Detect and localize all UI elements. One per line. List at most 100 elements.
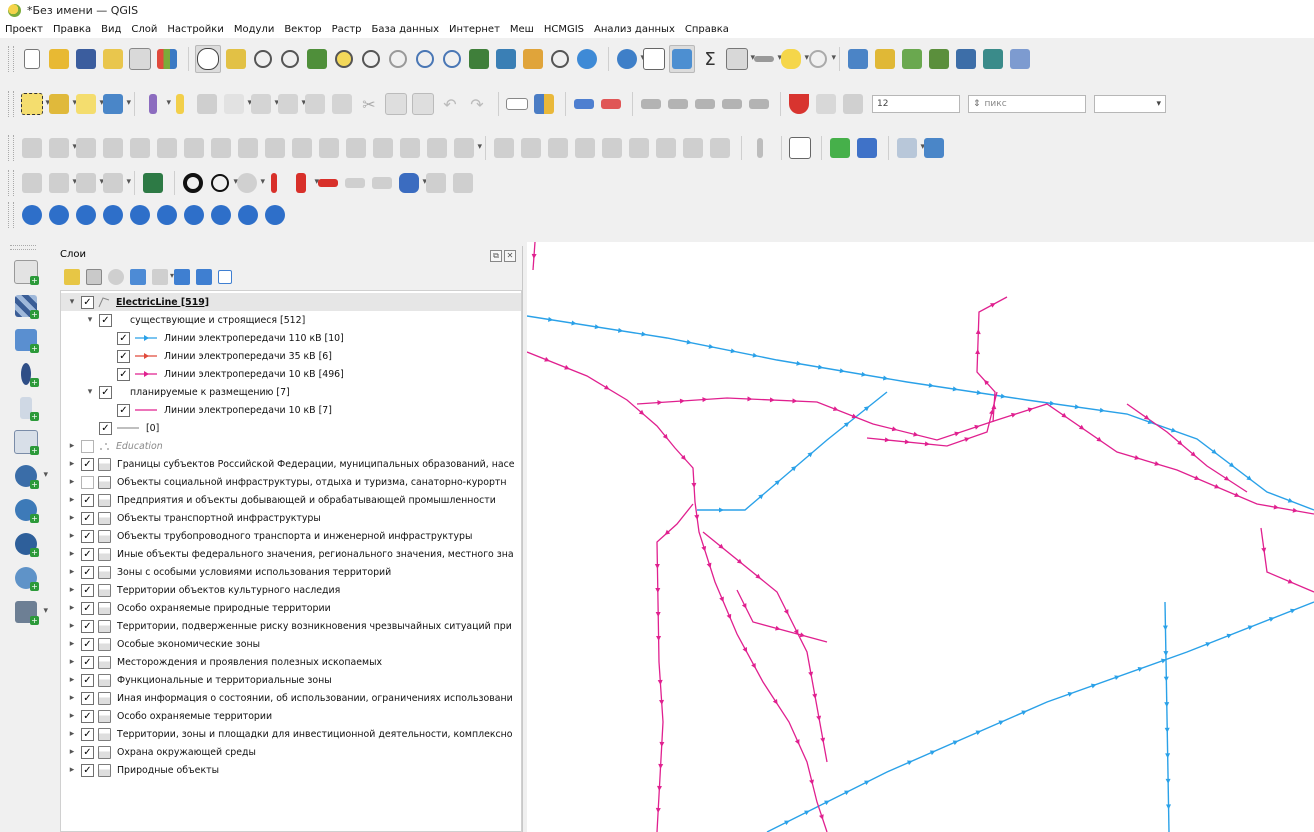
- label-tool-3-button[interactable]: [546, 135, 570, 161]
- zoom-native-button[interactable]: [386, 46, 410, 72]
- power-line-110kv[interactable]: [527, 315, 1314, 511]
- menu-item[interactable]: HCMGIS: [539, 24, 589, 35]
- toolbar-grip[interactable]: [8, 91, 14, 117]
- hcmgis-tool-6-button[interactable]: [155, 202, 179, 228]
- layer-tree-row[interactable]: ▸ ✓ Иная информация о состоянии, об исполь…: [61, 689, 521, 707]
- tolerance-input[interactable]: 12: [872, 95, 960, 113]
- deselect-button[interactable]: [74, 91, 104, 117]
- visibility-checkbox[interactable]: ✓: [99, 313, 112, 327]
- reshape-button[interactable]: [47, 135, 77, 161]
- visibility-checkbox[interactable]: ✓: [81, 619, 94, 633]
- layer-tree-row[interactable]: ▸ ✓ Территории объектов культурного наслед…: [61, 581, 521, 599]
- add-virtual-layer-button[interactable]: [954, 46, 978, 72]
- add-delimited-text-button[interactable]: +: [12, 360, 40, 388]
- statistics-button[interactable]: [669, 45, 695, 73]
- layer-tree-row[interactable]: ▸ ✓ Education: [61, 437, 521, 455]
- visibility-checkbox[interactable]: ✓: [99, 385, 112, 399]
- delete-selected-button[interactable]: [330, 91, 354, 117]
- change-label-button[interactable]: [693, 91, 717, 117]
- visibility-checkbox[interactable]: ✓: [81, 511, 94, 525]
- visibility-checkbox[interactable]: ✓: [81, 601, 94, 615]
- add-raster-layer-button[interactable]: [927, 46, 951, 72]
- highlight-pinned-button[interactable]: [599, 91, 623, 117]
- expand-arrow-icon[interactable]: ▸: [67, 639, 77, 649]
- menu-item[interactable]: Растр: [327, 24, 367, 35]
- float-panel-button[interactable]: ⧉: [490, 250, 502, 262]
- hcmgis-tool-7-button[interactable]: [182, 202, 206, 228]
- add-arcgis-button[interactable]: +: [12, 598, 48, 626]
- merge-features-button[interactable]: [371, 135, 395, 161]
- snap-vertex-button[interactable]: [814, 91, 838, 117]
- hcmgis-tool-9-button[interactable]: [236, 202, 260, 228]
- vertex-tool-button[interactable]: [249, 91, 279, 117]
- expand-arrow-icon[interactable]: ▸: [67, 603, 77, 613]
- visibility-checkbox[interactable]: ✓: [81, 727, 94, 741]
- locator-button[interactable]: [806, 46, 836, 72]
- visibility-checkbox[interactable]: ✓: [81, 457, 94, 471]
- toolbar-grip[interactable]: [8, 170, 14, 196]
- add-raster-layer-button[interactable]: +: [12, 292, 40, 320]
- add-ring-button[interactable]: [128, 135, 152, 161]
- power-line-110kv[interactable]: [766, 601, 1314, 832]
- add-feature-button[interactable]: [222, 91, 252, 117]
- power-line-110kv[interactable]: [1164, 601, 1170, 832]
- map-lines[interactable]: [527, 242, 1314, 832]
- xy-tool-button[interactable]: [235, 170, 265, 196]
- show-bookmarks-button[interactable]: [521, 46, 545, 72]
- select-location-button[interactable]: [101, 91, 131, 117]
- add-part-button[interactable]: [155, 135, 179, 161]
- vector-tool-button[interactable]: [74, 170, 104, 196]
- road-tool-button[interactable]: [343, 170, 367, 196]
- layer-tree-row[interactable]: ▸ ✓ Особо охраняемые территории: [61, 707, 521, 725]
- menu-item[interactable]: Вид: [96, 24, 126, 35]
- expand-arrow-icon[interactable]: ▸: [67, 711, 77, 721]
- add-postgis-button[interactable]: +: [12, 462, 48, 490]
- label-tool-1-button[interactable]: [492, 135, 516, 161]
- expand-arrow-icon[interactable]: ▸: [67, 675, 77, 685]
- annotation-button[interactable]: [779, 46, 809, 72]
- menu-item[interactable]: Проект: [0, 24, 48, 35]
- layout-manager-button[interactable]: [128, 46, 152, 72]
- new-bookmark-button[interactable]: [494, 46, 518, 72]
- visibility-checkbox[interactable]: ✓: [117, 367, 130, 381]
- delete-ring-button[interactable]: [209, 135, 233, 161]
- layer-tree-row[interactable]: ▸ ✓ Территории, подверженные риску возникн…: [61, 617, 521, 635]
- layer-tree-row[interactable]: ▸ ✓ Зоны с особыми условиями использования…: [61, 563, 521, 581]
- layer-tree-row[interactable]: ▸ ✓ Объекты транспортной инфраструктуры: [61, 509, 521, 527]
- layout-button[interactable]: [788, 135, 812, 161]
- expand-arrow-icon[interactable]: ▸: [67, 567, 77, 577]
- network-tool-button[interactable]: [424, 170, 448, 196]
- expand-arrow-icon[interactable]: ▸: [67, 441, 77, 451]
- zoom-last-button[interactable]: [413, 46, 437, 72]
- add-vector-layer-button[interactable]: [900, 46, 924, 72]
- snap-tolerance-button[interactable]: [841, 91, 865, 117]
- eye-icon[interactable]: [108, 269, 124, 285]
- label-tool-6-button[interactable]: [627, 135, 651, 161]
- offset-curve-button[interactable]: [74, 135, 98, 161]
- save-project-button[interactable]: [74, 46, 98, 72]
- add-wms-button[interactable]: +: [12, 496, 40, 524]
- power-line-10kv[interactable]: [736, 589, 828, 643]
- units-dropdown[interactable]: ▾: [1094, 95, 1166, 113]
- menu-item[interactable]: Справка: [680, 24, 734, 35]
- map-canvas[interactable]: [527, 242, 1314, 832]
- add-spatialite-button[interactable]: +: [12, 394, 40, 422]
- open-data-source-button[interactable]: [846, 46, 870, 72]
- layer-tree-row[interactable]: ▾ ✓ планируемые к размещению [7]: [61, 383, 521, 401]
- add-group-button[interactable]: [86, 269, 102, 285]
- pan-to-selection-button[interactable]: [224, 46, 248, 72]
- menu-item[interactable]: Модули: [229, 24, 279, 35]
- identify-button[interactable]: [615, 46, 645, 72]
- layer-tree-row[interactable]: ▸ ✓ Природные объекты: [61, 761, 521, 779]
- menu-item[interactable]: Вектор: [279, 24, 326, 35]
- label-tool-9-button[interactable]: [708, 135, 732, 161]
- pipe-tool-button[interactable]: [397, 170, 427, 196]
- filter-expression-button[interactable]: [152, 269, 174, 285]
- open-project-button[interactable]: [47, 46, 71, 72]
- plugin-search-button[interactable]: [828, 135, 852, 161]
- layer-tree-row[interactable]: ▸ ✓ Предприятия и объекты добывающей и обр…: [61, 491, 521, 509]
- layer-tree-row[interactable]: ✓ [0]: [61, 419, 521, 437]
- label-tool-2-button[interactable]: [519, 135, 543, 161]
- cut-features-button[interactable]: ✂: [357, 91, 381, 117]
- style-panel-button[interactable]: [64, 269, 80, 285]
